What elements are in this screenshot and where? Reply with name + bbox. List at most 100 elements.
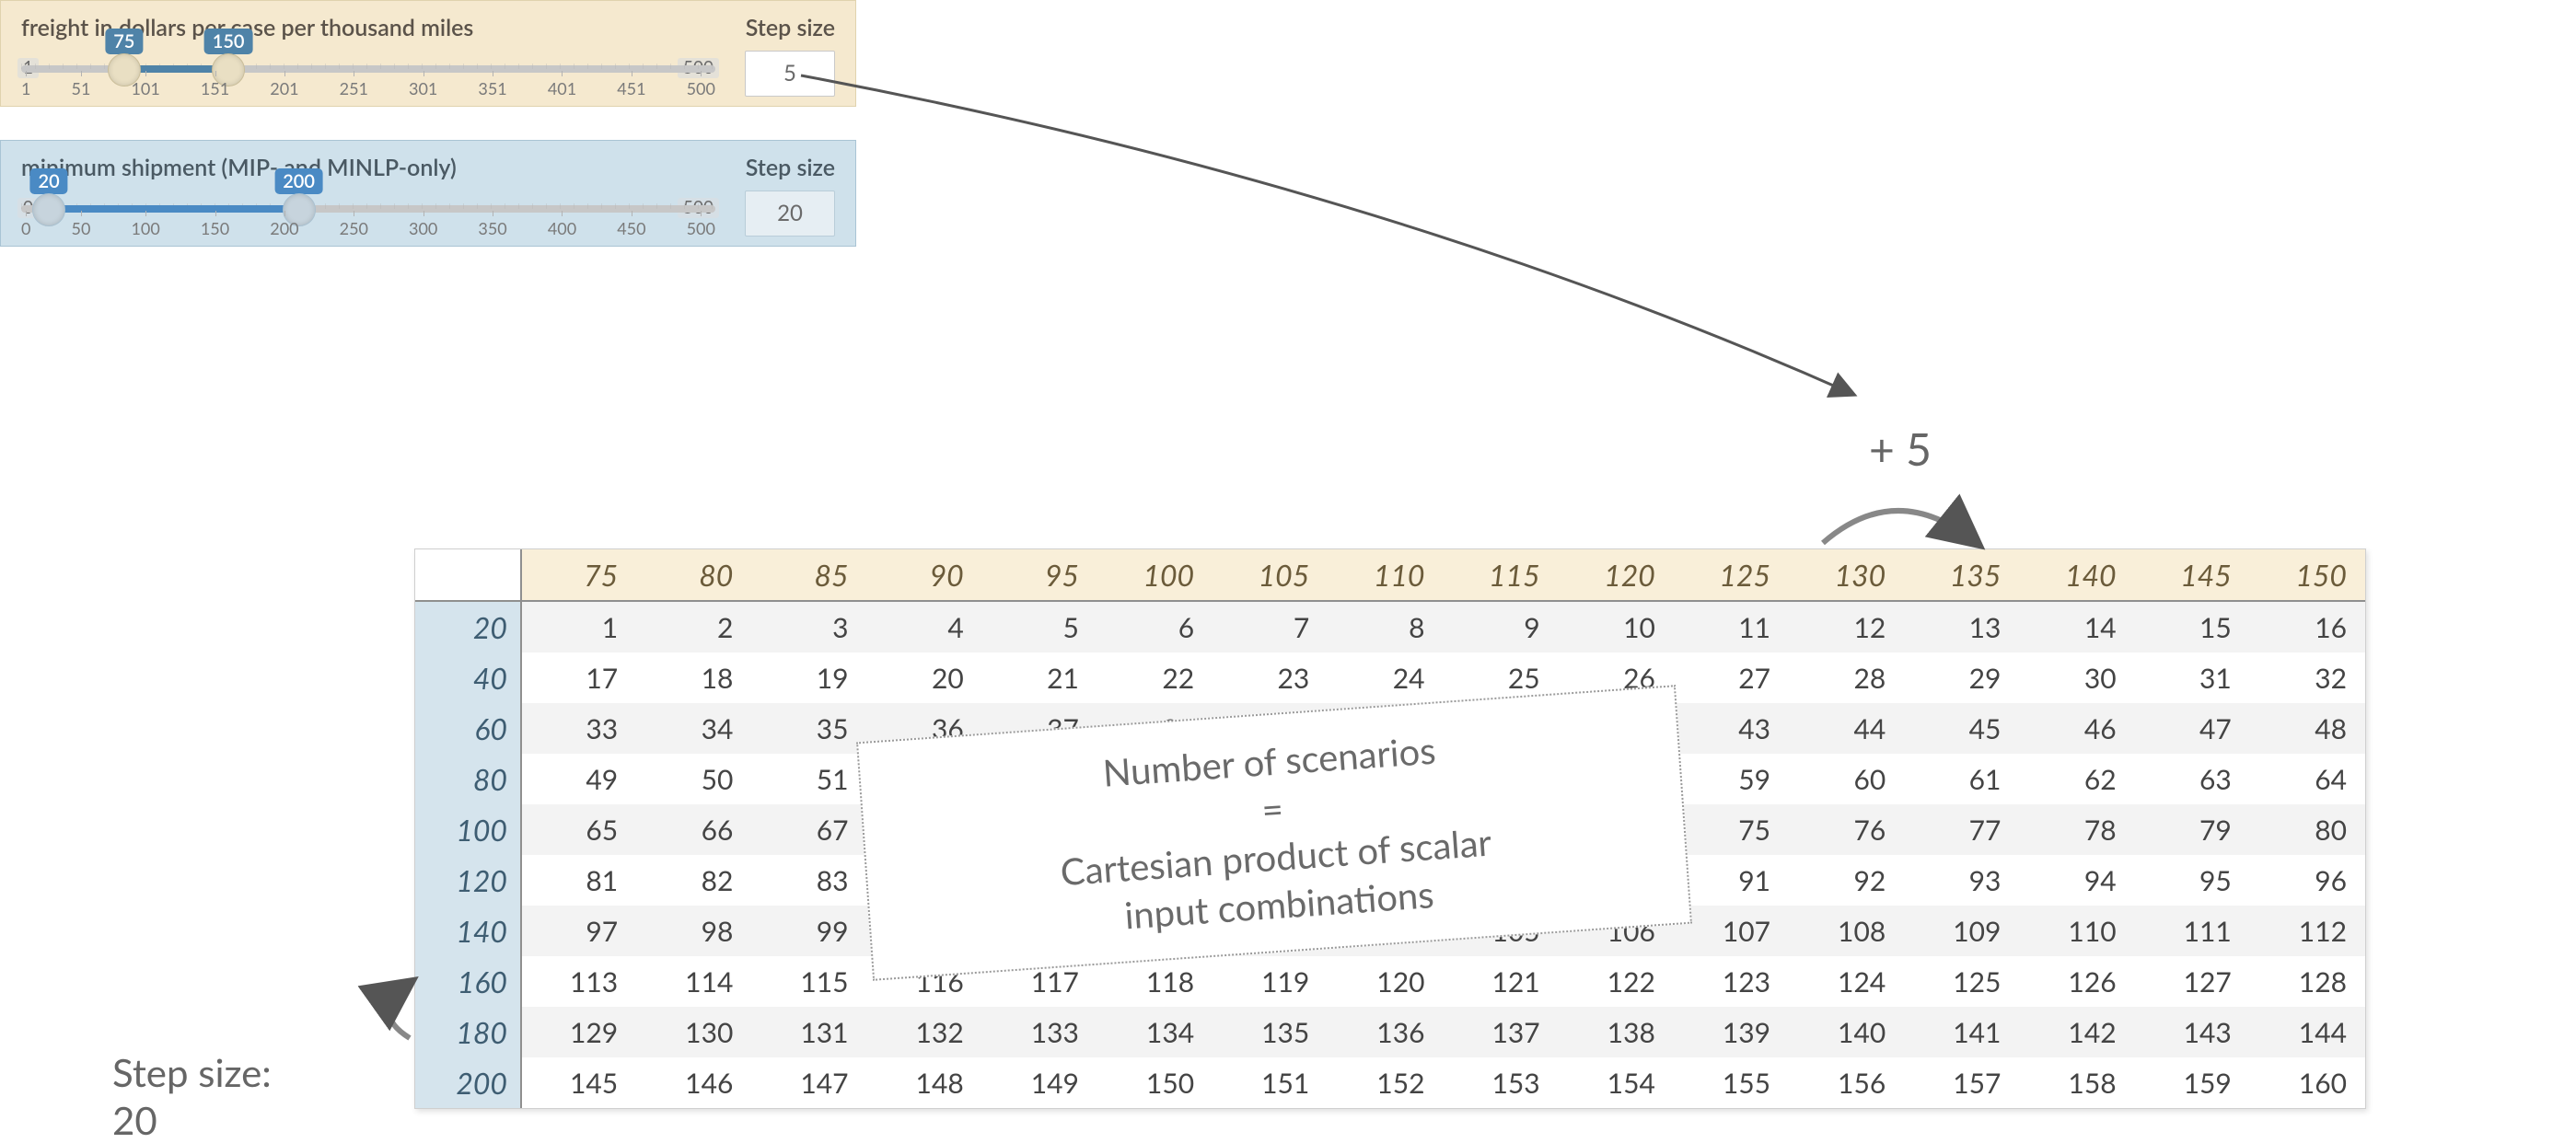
column-header: 100 xyxy=(1097,549,1213,601)
row-header: 180 xyxy=(415,1007,521,1057)
table-cell: 76 xyxy=(1789,804,1904,855)
freight-tick: 401 xyxy=(548,78,576,98)
table-cell: 51 xyxy=(751,754,866,804)
table-cell: 28 xyxy=(1789,652,1904,703)
freight-track[interactable]: 75 150 xyxy=(21,65,715,73)
shipment-tick: 200 xyxy=(270,218,298,238)
table-cell: 156 xyxy=(1789,1057,1904,1108)
table-cell: 109 xyxy=(1904,906,2019,956)
table-cell: 96 xyxy=(2250,855,2365,906)
table-cell: 2 xyxy=(636,601,751,652)
table-row: 2012345678910111213141516 xyxy=(415,601,2365,652)
shipment-tick: 450 xyxy=(617,218,645,238)
table-cell: 134 xyxy=(1097,1007,1213,1057)
column-header: 110 xyxy=(1328,549,1443,601)
table-row: 1601131141151161171181191201211221231241… xyxy=(415,956,2365,1007)
table-cell: 60 xyxy=(1789,754,1904,804)
column-header: 140 xyxy=(2019,549,2134,601)
table-cell: 152 xyxy=(1328,1057,1443,1108)
freight-tick: 51 xyxy=(72,78,91,98)
table-cell: 160 xyxy=(2250,1057,2365,1108)
table-cell: 95 xyxy=(2135,855,2250,906)
table-cell: 32 xyxy=(2250,652,2365,703)
table-cell: 83 xyxy=(751,855,866,906)
table-cell: 81 xyxy=(521,855,636,906)
row-header: 200 xyxy=(415,1057,521,1108)
column-header: 75 xyxy=(521,549,636,601)
column-header: 125 xyxy=(1674,549,1789,601)
table-cell: 10 xyxy=(1559,601,1674,652)
table-cell: 47 xyxy=(2135,703,2250,754)
table-cell: 119 xyxy=(1213,956,1328,1007)
column-header: 80 xyxy=(636,549,751,601)
freight-step-label: Step size xyxy=(746,14,835,41)
table-cell: 43 xyxy=(1674,703,1789,754)
column-header: 95 xyxy=(982,549,1097,601)
table-cell: 5 xyxy=(982,601,1097,652)
table-cell: 153 xyxy=(1444,1057,1559,1108)
shipment-tick: 400 xyxy=(548,218,576,238)
table-cell: 64 xyxy=(2250,754,2365,804)
table-cell: 7 xyxy=(1213,601,1328,652)
table-cell: 112 xyxy=(2250,906,2365,956)
table-cell: 65 xyxy=(521,804,636,855)
shipment-tick: 250 xyxy=(340,218,368,238)
table-cell: 94 xyxy=(2019,855,2134,906)
table-cell: 33 xyxy=(521,703,636,754)
arc-step20-icon xyxy=(389,983,411,1038)
table-cell: 148 xyxy=(867,1057,982,1108)
table-corner xyxy=(415,549,521,601)
table-cell: 15 xyxy=(2135,601,2250,652)
table-cell: 29 xyxy=(1904,652,2019,703)
table-cell: 80 xyxy=(2250,804,2365,855)
table-cell: 139 xyxy=(1674,1007,1789,1057)
freight-slider[interactable]: 1 500 75 150 151101151201251301351401451… xyxy=(21,65,715,98)
shipment-track[interactable]: 20 200 xyxy=(21,205,715,213)
table-cell: 6 xyxy=(1097,601,1213,652)
shipment-step-input[interactable]: 20 xyxy=(745,190,835,237)
freight-tick: 451 xyxy=(617,78,645,98)
annotation-step20-label: Step size: xyxy=(112,1049,272,1095)
column-header: 90 xyxy=(867,549,982,601)
table-cell: 128 xyxy=(2250,956,2365,1007)
table-cell: 75 xyxy=(1674,804,1789,855)
table-cell: 143 xyxy=(2135,1007,2250,1057)
table-cell: 77 xyxy=(1904,804,2019,855)
table-cell: 154 xyxy=(1559,1057,1674,1108)
shipment-tick: 300 xyxy=(409,218,437,238)
table-cell: 123 xyxy=(1674,956,1789,1007)
table-cell: 91 xyxy=(1674,855,1789,906)
column-header: 115 xyxy=(1444,549,1559,601)
table-cell: 14 xyxy=(2019,601,2134,652)
row-header: 160 xyxy=(415,956,521,1007)
table-cell: 135 xyxy=(1213,1007,1328,1057)
shipment-tick: 0 xyxy=(21,218,30,238)
table-cell: 124 xyxy=(1789,956,1904,1007)
table-cell: 110 xyxy=(2019,906,2134,956)
shipment-low-bubble: 20 xyxy=(30,168,68,194)
table-cell: 145 xyxy=(521,1057,636,1108)
shipment-slider[interactable]: 0 500 20 200 050100150200250300350400450… xyxy=(21,205,715,238)
table-cell: 157 xyxy=(1904,1057,2019,1108)
freight-tick: 251 xyxy=(340,78,368,98)
table-cell: 21 xyxy=(982,652,1097,703)
table-cell: 159 xyxy=(2135,1057,2250,1108)
freight-tick: 301 xyxy=(409,78,437,98)
table-cell: 23 xyxy=(1213,652,1328,703)
table-cell: 78 xyxy=(2019,804,2134,855)
freight-high-bubble: 150 xyxy=(204,29,253,54)
table-cell: 67 xyxy=(751,804,866,855)
table-cell: 137 xyxy=(1444,1007,1559,1057)
table-cell: 146 xyxy=(636,1057,751,1108)
freight-step-input[interactable]: 5 xyxy=(745,51,835,97)
table-cell: 120 xyxy=(1328,956,1443,1007)
table-cell: 111 xyxy=(2135,906,2250,956)
shipment-tick: 50 xyxy=(72,218,91,238)
table-row: 1801291301311321331341351361371381391401… xyxy=(415,1007,2365,1057)
column-header: 85 xyxy=(751,549,866,601)
freight-tick: 201 xyxy=(270,78,298,98)
row-header: 60 xyxy=(415,703,521,754)
freight-ticks: 151101151201251301351401451500 xyxy=(21,78,715,98)
table-cell: 62 xyxy=(2019,754,2134,804)
shipment-tick: 350 xyxy=(478,218,506,238)
